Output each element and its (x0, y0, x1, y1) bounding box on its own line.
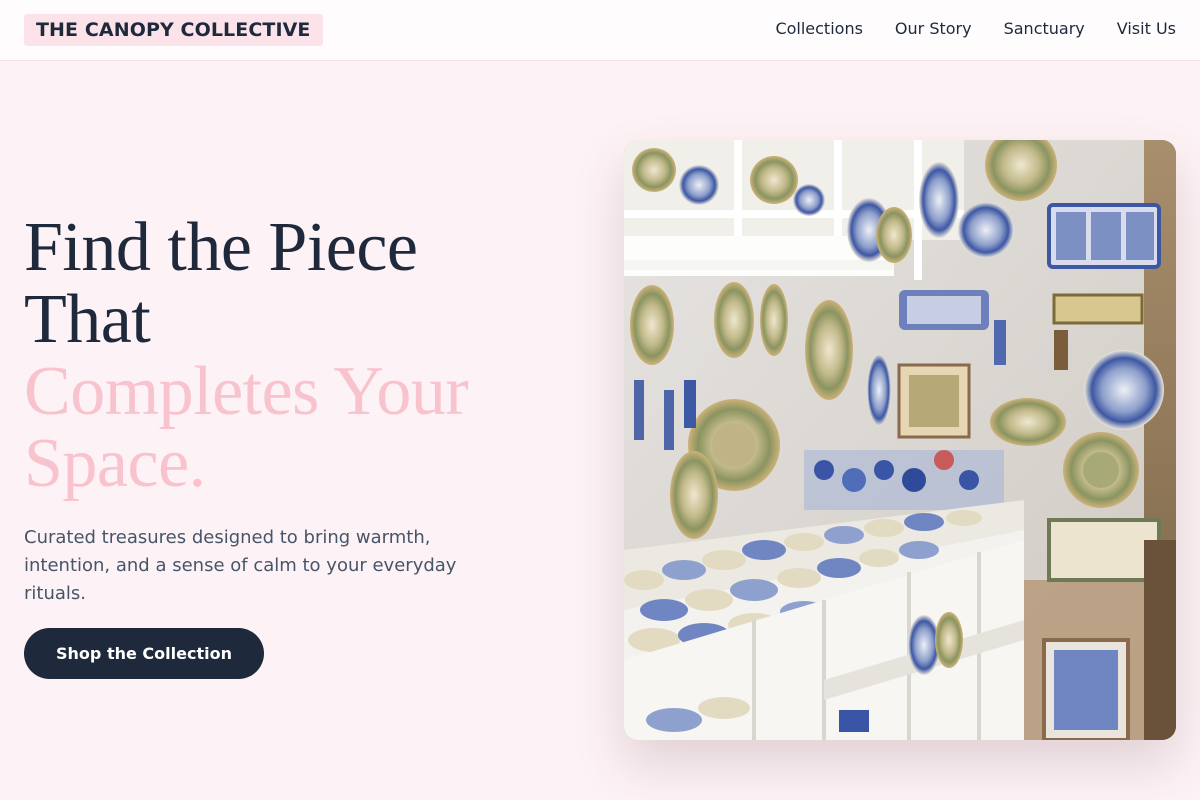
nav-link-visit-us[interactable]: Visit Us (1117, 19, 1176, 39)
headline-line-1: Find the Piece (24, 209, 418, 286)
headline-accent-line-2: Space. (24, 425, 206, 502)
brand-logo[interactable]: THE CANOPY COLLECTIVE (24, 14, 323, 46)
nav-link-our-story[interactable]: Our Story (895, 19, 972, 39)
hero-image (624, 140, 1176, 740)
hero-subtext: Curated treasures designed to bring warm… (24, 527, 457, 604)
nav-link-collections[interactable]: Collections (775, 19, 862, 39)
headline-accent-line-1: Completes Your (24, 353, 469, 430)
site-header: THE CANOPY COLLECTIVE Collections Our St… (0, 0, 1200, 61)
hero-text: Find the Piece That Completes Your Space… (24, 212, 544, 608)
hero-headline: Find the Piece That Completes Your Space… (24, 212, 544, 500)
main-nav: Collections Our Story Sanctuary Visit Us (775, 19, 1176, 39)
shop-collection-button[interactable]: Shop the Collection (24, 628, 264, 679)
headline-line-2: That (24, 281, 151, 358)
nav-link-sanctuary[interactable]: Sanctuary (1004, 19, 1085, 39)
